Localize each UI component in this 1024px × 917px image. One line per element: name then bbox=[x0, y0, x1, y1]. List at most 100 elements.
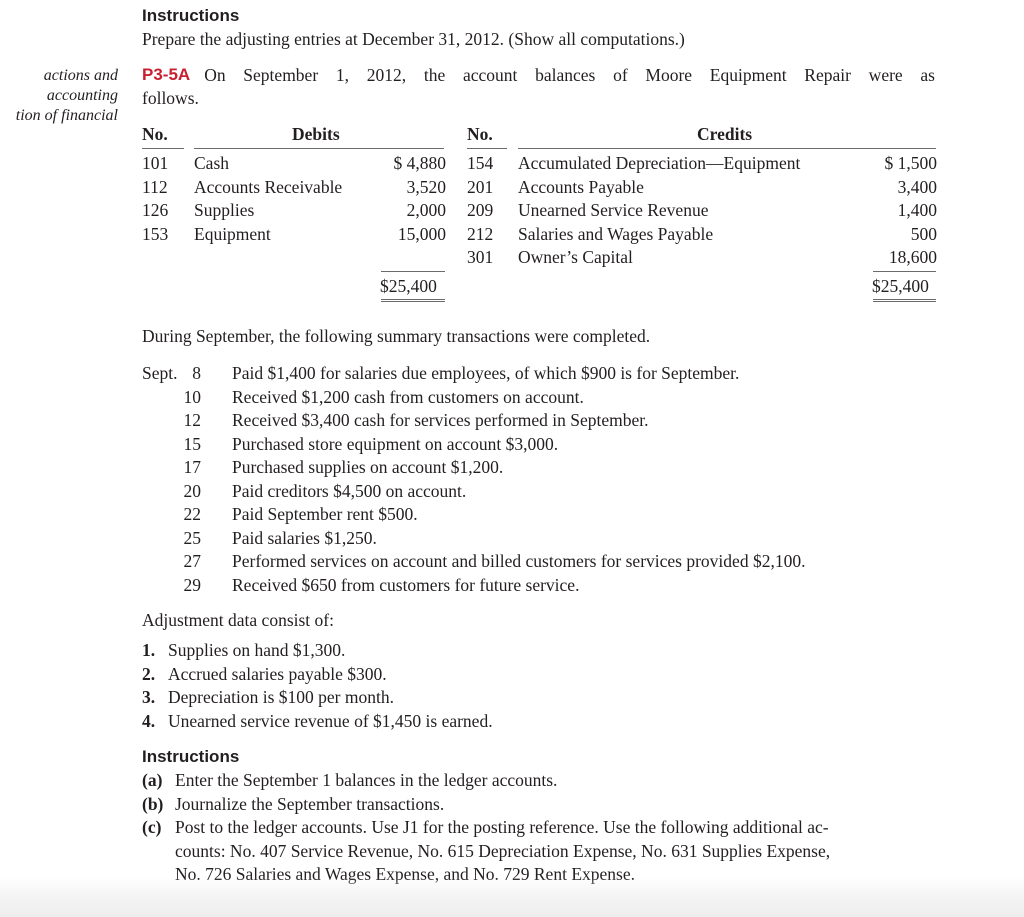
transaction-item: 20 Paid creditors $4,500 on account. bbox=[142, 480, 467, 502]
debit-row: 126 Supplies 2,000 bbox=[142, 200, 446, 224]
debits-no-rule bbox=[142, 148, 184, 149]
credit-row: 301 Owner’s Capital 18,600 bbox=[467, 247, 937, 271]
account-name: Supplies bbox=[194, 200, 255, 220]
transaction-day: 25 bbox=[183, 527, 202, 548]
transaction-day: 27 bbox=[183, 551, 202, 571]
account-number: 101 bbox=[142, 153, 169, 173]
instruction-text: counts: No. 407 Service Revenue, No. 615… bbox=[175, 840, 831, 861]
credits-total-rule bbox=[873, 271, 936, 272]
instruction-label: (a) bbox=[142, 770, 163, 790]
transaction-text: Performed services on account and billed… bbox=[232, 551, 806, 571]
transaction-text: Paid September rent $500. bbox=[232, 504, 418, 524]
account-number: 126 bbox=[142, 200, 169, 220]
transaction-item: 27 Performed services on account and bill… bbox=[142, 551, 806, 572]
adjustment-text: Accrued salaries payable $300. bbox=[168, 663, 387, 684]
account-number: 212 bbox=[467, 223, 494, 244]
margin-note-line: accounting bbox=[46, 87, 118, 104]
account-name: Accounts Receivable bbox=[194, 176, 343, 197]
account-amount: 2,000 bbox=[406, 200, 446, 220]
top-instructions-heading: Instructions bbox=[142, 6, 240, 25]
credit-row: 212 Salaries and Wages Payable 500 bbox=[467, 224, 937, 248]
account-name: Unearned Service Revenue bbox=[518, 200, 709, 220]
problem-id: P3-5A bbox=[142, 65, 191, 84]
account-name: Accumulated Depreciation—Equipment bbox=[518, 153, 801, 173]
transaction-text: Paid salaries $1,250. bbox=[232, 527, 377, 548]
account-number: 154 bbox=[467, 153, 494, 173]
debit-row: 101 Cash $ 4,880 bbox=[142, 153, 446, 177]
credits-header-rule bbox=[518, 148, 936, 149]
account-number: 301 bbox=[467, 247, 494, 267]
instruction-text: Enter the September 1 balances in the le… bbox=[175, 770, 558, 790]
account-amount: 18,600 bbox=[888, 247, 937, 267]
adjustment-item: 2. Accrued salaries payable $300. bbox=[142, 664, 387, 685]
credit-row: 154 Accumulated Depreciation—Equipment $… bbox=[467, 153, 937, 177]
credits-header: Credits bbox=[697, 124, 753, 144]
debits-total-double-rule bbox=[381, 299, 445, 302]
margin-note: actions and accounting tion of financial bbox=[0, 66, 118, 126]
credits-total-double-rule bbox=[873, 299, 936, 302]
transaction-text: Received $3,400 cash for services perfor… bbox=[232, 410, 649, 430]
account-amount: 1,400 bbox=[897, 200, 937, 220]
top-instructions-text: Prepare the adjusting entries at Decembe… bbox=[142, 29, 685, 49]
account-amount: $ 4,880 bbox=[393, 153, 447, 173]
adjustment-item: 4. Unearned service revenue of $1,450 is … bbox=[142, 711, 493, 732]
debits-total-rule bbox=[381, 271, 445, 272]
transaction-item: 22 Paid September rent $500. bbox=[142, 504, 418, 525]
debits-total: $25,400 bbox=[380, 276, 437, 296]
instruction-item: (b) Journalize the September transactions… bbox=[142, 794, 444, 815]
transaction-day: 10 bbox=[183, 386, 202, 407]
account-name: Cash bbox=[194, 153, 229, 173]
adjustment-text: Supplies on hand $1,300. bbox=[168, 640, 346, 660]
margin-note-line: tion of financial bbox=[15, 107, 118, 124]
adjustment-text: Unearned service revenue of $1,450 is ea… bbox=[168, 710, 493, 731]
transaction-day: 12 bbox=[183, 410, 202, 430]
credit-row: 201 Accounts Payable 3,400 bbox=[467, 177, 937, 201]
debit-row: 153 Equipment 15,000 bbox=[142, 224, 446, 248]
transaction-text: Paid $1,400 for salaries due employees, … bbox=[232, 363, 740, 383]
transaction-day: 22 bbox=[183, 504, 202, 524]
account-number: 201 bbox=[467, 176, 494, 197]
instruction-text: Journalize the September transactions. bbox=[175, 793, 445, 814]
problem-intro-line1: On September 1, 2012, the account balanc… bbox=[204, 65, 935, 85]
account-number: 153 bbox=[142, 223, 169, 244]
adjustment-number: 2. bbox=[142, 663, 156, 684]
instruction-item: (a) Enter the September 1 balances in the… bbox=[142, 770, 557, 791]
account-amount: $ 1,500 bbox=[884, 153, 938, 173]
adjustment-item: 3. Depreciation is $100 per month. bbox=[142, 687, 394, 708]
adjustment-number: 4. bbox=[142, 710, 156, 731]
adjustment-number: 1. bbox=[142, 640, 156, 660]
transaction-item: 10 Received $1,200 cash from customers on… bbox=[142, 387, 584, 408]
account-name: Owner’s Capital bbox=[518, 247, 633, 267]
account-amount: 3,400 bbox=[897, 176, 937, 197]
adjustment-item: 1. Supplies on hand $1,300. bbox=[142, 640, 345, 661]
transaction-day: 20 bbox=[183, 480, 202, 501]
instruction-item: (c) Post to the ledger accounts. Use J1 f… bbox=[142, 817, 829, 838]
transaction-text: Received $650 from customers for future … bbox=[232, 574, 580, 595]
debits-no-header: No. bbox=[142, 124, 168, 144]
instruction-label: (b) bbox=[142, 793, 164, 814]
transaction-item: 15 Purchased store equipment on account $… bbox=[142, 434, 559, 455]
margin-note-line: actions and bbox=[43, 67, 118, 84]
adjustment-number: 3. bbox=[142, 687, 156, 707]
transaction-item: 8 Paid $1,400 for salaries due employees,… bbox=[142, 363, 739, 384]
transaction-day: 8 bbox=[192, 363, 201, 383]
transaction-day: 17 bbox=[183, 457, 202, 477]
problem-intro: P3-5A On September 1, 2012, the account … bbox=[142, 65, 935, 86]
adjustment-text: Depreciation is $100 per month. bbox=[168, 687, 394, 707]
account-number: 209 bbox=[467, 200, 494, 220]
account-amount: 3,520 bbox=[406, 176, 446, 197]
credits-no-rule bbox=[467, 148, 507, 149]
instruction-text: Post to the ledger accounts. Use J1 for … bbox=[175, 817, 829, 837]
transaction-text: Paid creditors $4,500 on account. bbox=[232, 480, 467, 501]
instruction-continuation: counts: No. 407 Service Revenue, No. 615… bbox=[175, 841, 830, 862]
account-amount: 15,000 bbox=[397, 223, 446, 244]
adjustments-intro: Adjustment data consist of: bbox=[142, 610, 334, 630]
account-name: Salaries and Wages Payable bbox=[518, 223, 714, 244]
account-number: 112 bbox=[142, 176, 168, 197]
transaction-item: 25 Paid salaries $1,250. bbox=[142, 528, 377, 549]
debit-row: 112 Accounts Receivable 3,520 bbox=[142, 177, 446, 201]
debits-header: Debits bbox=[292, 124, 340, 144]
transaction-text: Received $1,200 cash from customers on a… bbox=[232, 386, 584, 407]
instructions-heading: Instructions bbox=[142, 747, 240, 766]
credit-row: 209 Unearned Service Revenue 1,400 bbox=[467, 200, 937, 224]
